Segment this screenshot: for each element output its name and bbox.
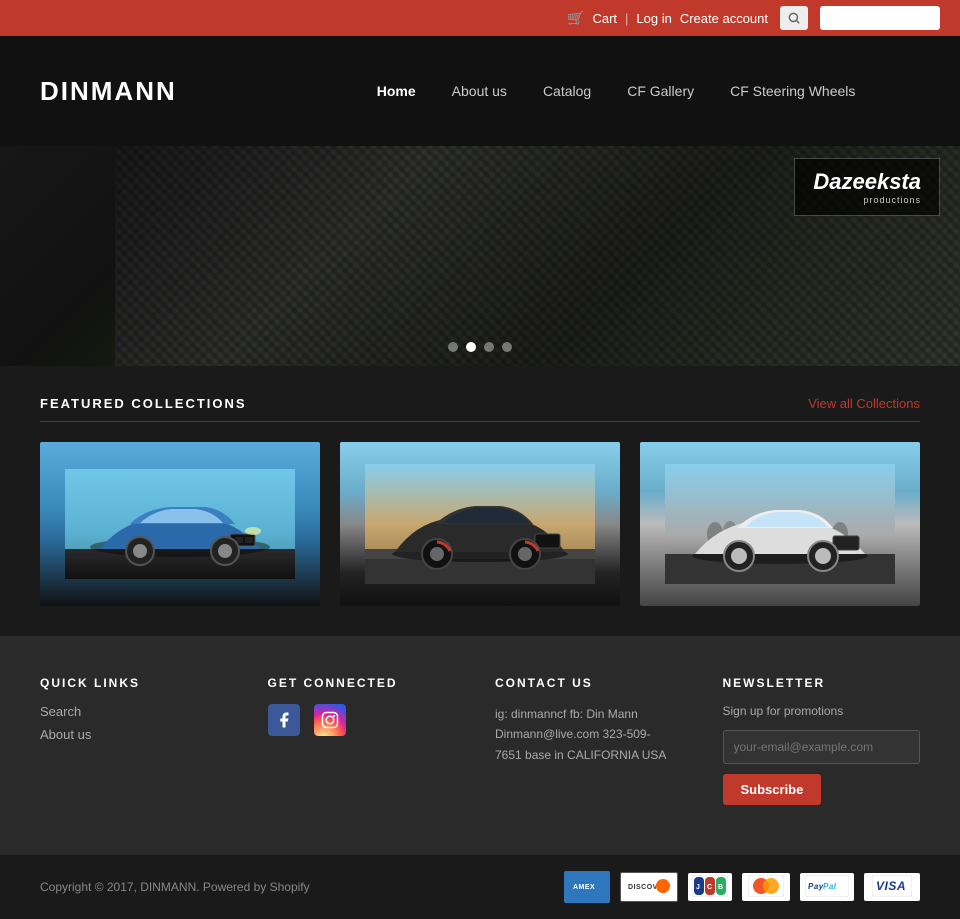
site-logo[interactable]: DINMANN (40, 76, 177, 107)
visa-svg: VISA (872, 875, 912, 897)
collection-image-e60 (40, 442, 320, 606)
svg-text:Pay: Pay (808, 882, 824, 891)
header: DINMANN Home About us Catalog CF Gallery… (0, 36, 960, 146)
collection-image-e90 (640, 442, 920, 606)
cart-icon: 🛒 (567, 10, 584, 27)
contact-phone: 7651 base in CALIFORNIA USA (495, 748, 666, 762)
slider-dots (448, 342, 512, 352)
visa-icon: VISA (864, 873, 920, 901)
mastercard-icon (742, 873, 790, 901)
footer-contact: CONTACT US ig: dinmanncf fb: Din Mann Di… (495, 676, 693, 805)
section-title: FEATURED COLLECTIONS (40, 396, 247, 411)
newsletter-description: Sign up for promotions (723, 704, 921, 718)
cart-link[interactable]: Cart (592, 11, 617, 26)
get-connected-title: GET CONNECTED (268, 676, 466, 690)
jcb-svg: J C B (692, 875, 728, 897)
collection-card-e60[interactable]: BMW E60 M5 (40, 442, 320, 606)
mastercard-svg (748, 875, 784, 897)
collection-image-e63 (340, 442, 620, 606)
paypal-svg: Pay Pal (805, 875, 849, 897)
create-account-link[interactable]: Create account (680, 11, 768, 26)
footer-grid: QUICK LINKS Search About us GET CONNECTE… (40, 676, 920, 805)
newsletter-title: NEWSLETTER (723, 676, 921, 690)
footer-quick-links: QUICK LINKS Search About us (40, 676, 238, 805)
hero-slider: Dazeeksta productions (0, 146, 960, 366)
login-link[interactable]: Log in (636, 11, 671, 26)
collection-card-e63[interactable]: BMW E63 M6 (340, 442, 620, 606)
svg-text:B: B (718, 884, 724, 891)
footer-get-connected: GET CONNECTED (268, 676, 466, 805)
nav-home[interactable]: Home (377, 83, 416, 99)
footer-newsletter: NEWSLETTER Sign up for promotions Subscr… (723, 676, 921, 805)
instagram-svg (321, 711, 339, 729)
car-svg-e90 (665, 464, 895, 584)
footer-link-search[interactable]: Search (40, 704, 238, 719)
slider-dot-4[interactable] (502, 342, 512, 352)
svg-text:Pal: Pal (823, 882, 837, 891)
view-all-collections-link[interactable]: View all Collections (808, 396, 920, 411)
top-bar: 🛒 Cart | Log in Create account (0, 0, 960, 36)
subscribe-button[interactable]: Subscribe (723, 774, 822, 805)
nav-cf-steering-wheels[interactable]: CF Steering Wheels (730, 83, 855, 99)
hero-overlay-subtitle: productions (813, 195, 921, 205)
collections-header: FEATURED COLLECTIONS View all Collection… (40, 396, 920, 422)
discover-svg: DISCOVER (625, 875, 673, 897)
instagram-icon[interactable] (314, 704, 346, 736)
amex-svg: AMEX (569, 875, 605, 897)
contact-email: Dinmann@live.com 323-509- (495, 727, 651, 741)
footer-link-about[interactable]: About us (40, 727, 238, 742)
contact-text: ig: dinmanncf fb: Din Mann Dinmann@live.… (495, 704, 693, 765)
paypal-icon: Pay Pal (800, 873, 854, 901)
car-svg-e63 (365, 464, 595, 584)
facebook-icon[interactable] (268, 704, 300, 736)
main-content: FEATURED COLLECTIONS View all Collection… (0, 366, 960, 636)
car-svg-e60 (65, 469, 295, 579)
nav-catalog[interactable]: Catalog (543, 83, 591, 99)
search-input[interactable] (820, 6, 940, 30)
top-bar-actions: 🛒 Cart | Log in Create account (567, 10, 768, 27)
slider-dot-1[interactable] (448, 342, 458, 352)
svg-text:VISA: VISA (876, 879, 906, 893)
contact-title: CONTACT US (495, 676, 693, 690)
discover-icon: DISCOVER (620, 872, 678, 902)
contact-ig: ig: dinmanncf fb: Din Mann (495, 707, 638, 721)
svg-text:J: J (696, 884, 700, 891)
amex-icon: AMEX (564, 871, 610, 903)
nav-about[interactable]: About us (452, 83, 507, 99)
hero-brand-overlay: Dazeeksta productions (794, 158, 940, 216)
search-icon (787, 11, 801, 25)
jcb-icon: J C B (688, 873, 732, 901)
footer: QUICK LINKS Search About us GET CONNECTE… (0, 636, 960, 855)
svg-text:AMEX: AMEX (573, 884, 595, 891)
search-button[interactable] (780, 6, 808, 30)
quick-links-title: QUICK LINKS (40, 676, 238, 690)
facebook-svg (275, 711, 293, 729)
main-nav: Home About us Catalog CF Gallery CF Stee… (377, 83, 856, 99)
collections-grid: BMW E60 M5 (40, 442, 920, 606)
divider: | (625, 11, 628, 26)
copyright-text: Copyright © 2017, DINMANN. Powered by Sh… (40, 880, 310, 894)
newsletter-email-input[interactable] (723, 730, 921, 764)
hero-overlay-text: Dazeeksta (813, 169, 921, 194)
footer-bottom: Copyright © 2017, DINMANN. Powered by Sh… (0, 855, 960, 919)
collection-card-e90[interactable]: BMW E90 M3 (640, 442, 920, 606)
svg-text:C: C (707, 884, 713, 891)
slider-dot-2[interactable] (466, 342, 476, 352)
slider-dot-3[interactable] (484, 342, 494, 352)
payment-icons: AMEX DISCOVER J C B (564, 871, 920, 903)
nav-cf-gallery[interactable]: CF Gallery (627, 83, 694, 99)
social-icons (268, 704, 466, 736)
